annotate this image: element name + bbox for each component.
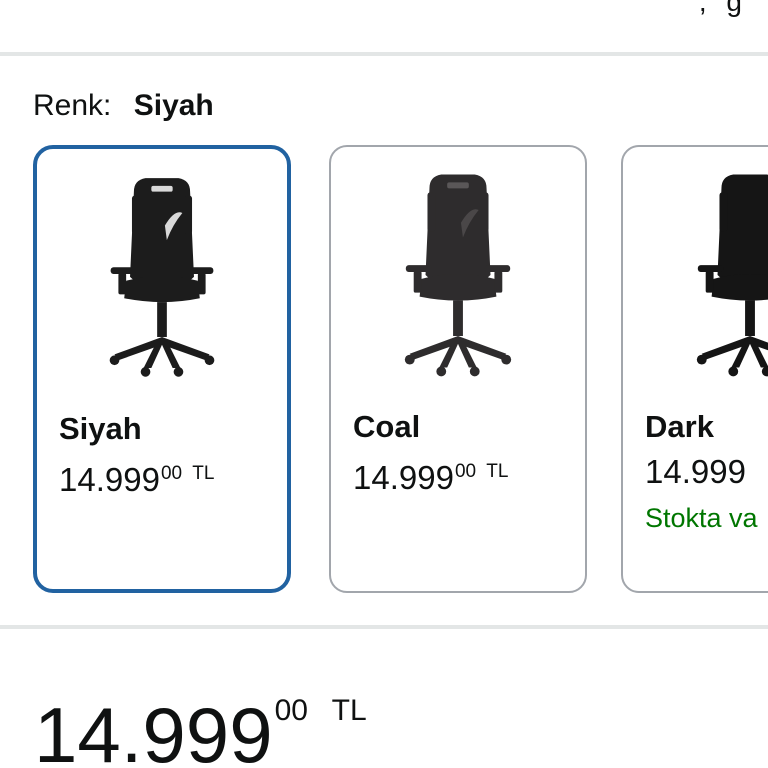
swatch-name: Dark xyxy=(645,409,714,444)
section-divider xyxy=(0,625,768,629)
price-currency: TL xyxy=(192,463,215,484)
price-currency: TL xyxy=(486,461,509,482)
swatch-price: 14.99900 TL xyxy=(59,454,214,500)
color-swatch-coal[interactable]: Coal 14.99900 TL xyxy=(329,145,587,593)
color-swatch-dark[interactable]: Dark 14.999 Stokta va xyxy=(621,145,768,593)
chair-image xyxy=(696,174,768,377)
section-divider xyxy=(0,52,768,56)
swatch-name: Coal xyxy=(353,409,421,444)
product-variant-page: , g Renk: Siyah Siyah 14.99900 TL Coal 1… xyxy=(0,0,768,768)
main-price-whole: 14.999 xyxy=(34,691,273,768)
price-whole: 14.999 xyxy=(59,461,160,498)
chair-image xyxy=(109,178,215,377)
price-whole: 14.999 xyxy=(353,459,454,496)
swatch-price: 14.99900 TL xyxy=(353,452,508,498)
cropped-text: , g xyxy=(698,0,748,17)
swatch-price: 14.999 xyxy=(645,452,746,492)
main-price-fraction: 00 xyxy=(274,694,308,727)
price-fraction: 00 xyxy=(160,463,183,484)
variant-label: Renk: xyxy=(33,89,112,122)
top-bar-fragment: , g xyxy=(0,0,768,52)
price-whole: 14.999 xyxy=(645,453,746,490)
chair-image xyxy=(404,174,512,377)
color-swatch-siyah[interactable]: Siyah 14.99900 TL xyxy=(33,145,291,593)
price-fraction: 00 xyxy=(454,461,477,482)
swatch-name: Siyah xyxy=(59,411,142,446)
stock-status: Stokta va xyxy=(645,503,758,533)
variant-selected-value: Siyah xyxy=(133,89,214,122)
main-price-currency: TL xyxy=(331,694,367,727)
variant-label-row: Renk: Siyah xyxy=(33,86,214,126)
color-swatch-carousel[interactable]: Siyah 14.99900 TL Coal 14.99900 TL Dark … xyxy=(0,140,768,605)
main-price: 14.99900 TL xyxy=(34,668,367,768)
